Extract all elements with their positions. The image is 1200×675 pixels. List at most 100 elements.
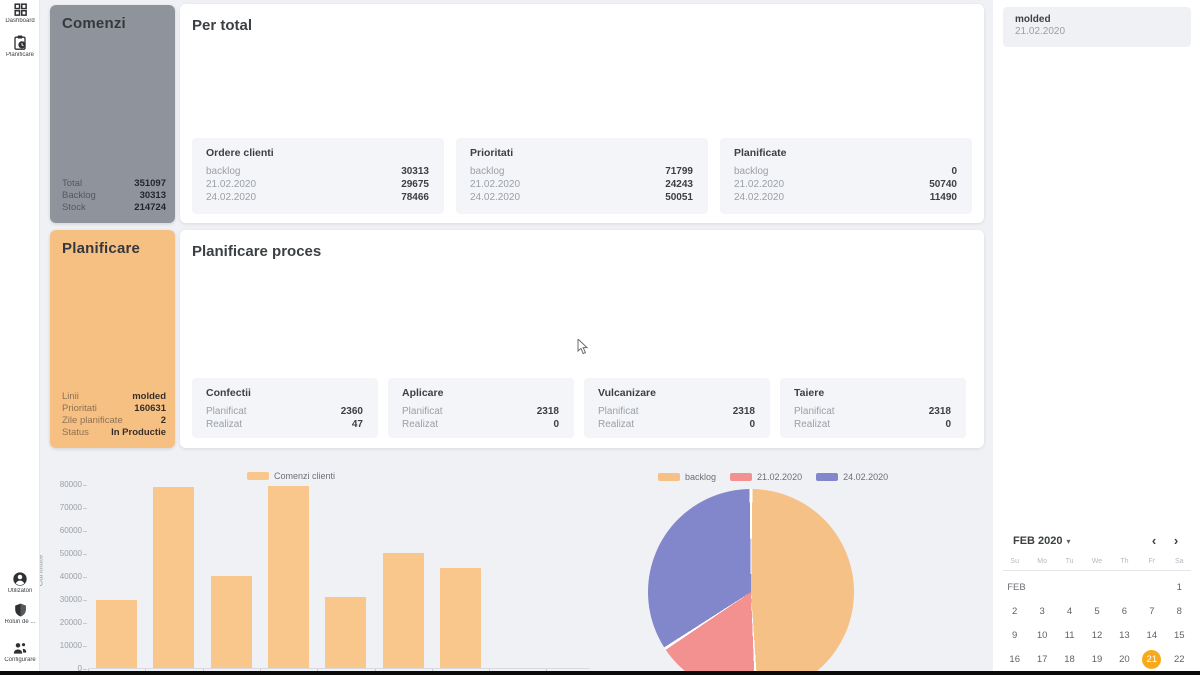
calendar-month-select[interactable]: FEB 2020: [1013, 535, 1063, 547]
legend-label: Comenzi clienti: [274, 471, 335, 481]
bar: [383, 553, 424, 668]
planificare-card-title: Planificare: [62, 240, 165, 257]
event-title: molded: [1015, 14, 1179, 26]
legend-item-backlog[interactable]: backlog: [658, 472, 716, 482]
stat-row: Realizat0: [598, 418, 755, 431]
legend-item-24-02-2020[interactable]: 24.02.2020: [816, 472, 888, 482]
calendar-next-button[interactable]: ›: [1165, 532, 1187, 550]
stat-label: backlog: [470, 165, 504, 178]
calendar-day[interactable]: 15: [1166, 623, 1193, 647]
shield-icon: [0, 602, 40, 618]
calendar-day[interactable]: 13: [1111, 623, 1138, 647]
calendar-prev-button[interactable]: ‹: [1143, 532, 1165, 550]
pie-chart: [648, 489, 854, 675]
calendar-day[interactable]: 12: [1083, 623, 1110, 647]
calendar-day[interactable]: 1: [1166, 575, 1193, 599]
stat-label: Planificat: [206, 405, 247, 418]
calendar-day[interactable]: 14: [1138, 623, 1165, 647]
y-axis-tick: [83, 508, 87, 509]
calendar-empty-cell: [1056, 575, 1083, 599]
calendar-day[interactable]: 8: [1166, 599, 1193, 623]
per-total-panel: Per total Ordere clienti backlog30313 21…: [180, 4, 984, 223]
y-axis-tick-label: 70000: [42, 503, 82, 513]
calendar-day[interactable]: 16: [1001, 647, 1028, 671]
stat-value: 47: [352, 418, 363, 431]
ordere-clienti-card: Ordere clienti backlog30313 21.02.202029…: [192, 138, 444, 214]
calendar-day[interactable]: 11: [1056, 623, 1083, 647]
stat-label: 21.02.2020: [206, 178, 256, 191]
stat-value: molded: [132, 391, 166, 403]
mouse-cursor: [577, 339, 589, 355]
calendar-day-number: 15: [1170, 626, 1189, 645]
stat-row: Planificat2360: [206, 405, 363, 418]
calendar-day[interactable]: 10: [1028, 623, 1055, 647]
stat-value: 50740: [929, 178, 957, 191]
stat-row: Prioritati160631: [62, 403, 166, 415]
y-axis-tick-label: 80000: [42, 480, 82, 490]
vulcanizare-card: Vulcanizare Planificat2318 Realizat0: [584, 378, 770, 438]
sidebar-item-utilizatori[interactable]: Utilizatori: [0, 571, 40, 595]
bar: [440, 568, 481, 668]
stat-label: 21.02.2020: [470, 178, 520, 191]
stat-value: 214724: [134, 202, 166, 214]
bar: [96, 600, 137, 668]
calendar-day-number: 10: [1033, 626, 1052, 645]
calendar-day[interactable]: 4: [1056, 599, 1083, 623]
stat-label: backlog: [206, 165, 240, 178]
stat-label: 24.02.2020: [206, 191, 256, 204]
calendar-day[interactable]: 2: [1001, 599, 1028, 623]
stat-label: Linii: [62, 391, 79, 403]
stat-label: backlog: [734, 165, 768, 178]
calendar-day[interactable]: 3: [1028, 599, 1055, 623]
sidebar-item-dashboard[interactable]: Dashboard: [0, 2, 40, 25]
stat-value: 0: [945, 418, 951, 431]
calendar-day[interactable]: 7: [1138, 599, 1165, 623]
calendar-day-number: [1142, 578, 1161, 597]
calendar-day-number: 8: [1170, 602, 1189, 621]
calendar-day[interactable]: 18: [1056, 647, 1083, 671]
comenzi-card[interactable]: Comenzi Total351097 Backlog30313 Stock21…: [50, 5, 175, 223]
legend-swatch: [730, 473, 752, 481]
calendar-day[interactable]: 22: [1166, 647, 1193, 671]
comenzi-card-title: Comenzi: [62, 15, 165, 32]
legend-item-comenzi-clienti[interactable]: Comenzi clienti: [247, 471, 335, 481]
legend-label: backlog: [685, 472, 716, 482]
calendar-day-header: Th: [1111, 556, 1138, 570]
calendar-day[interactable]: 20: [1111, 647, 1138, 671]
calendar-day[interactable]: 17: [1028, 647, 1055, 671]
calendar-day[interactable]: 9: [1001, 623, 1028, 647]
stat-label: 24.02.2020: [470, 191, 520, 204]
calendar-day[interactable]: 6: [1111, 599, 1138, 623]
stat-label: Status: [62, 427, 89, 439]
stat-row: Planificat2318: [794, 405, 951, 418]
legend-item-21-02-2020[interactable]: 21.02.2020: [730, 472, 802, 482]
sidebar-item-configurare[interactable]: Configurare: [0, 640, 40, 664]
calendar-grid: FEB12345678910111213141516171819202122: [1001, 575, 1193, 671]
chevron-down-icon[interactable]: ▾: [1067, 537, 1071, 546]
event-card[interactable]: molded 21.02.2020: [1003, 7, 1191, 47]
stat-row: 21.02.202024243: [470, 178, 693, 191]
stat-row: StatusIn Productie: [62, 427, 166, 439]
calendar-day[interactable]: 5: [1083, 599, 1110, 623]
calendar-day-header: Sa: [1166, 556, 1193, 570]
sidebar-item-roluri[interactable]: Roluri de ...: [0, 602, 40, 626]
calendar-day-header: Tu: [1056, 556, 1083, 570]
y-axis-tick-label: 50000: [42, 549, 82, 559]
calendar: FEB 2020 ▾ ‹ › SuMoTuWeThFrSa FEB1234567…: [1001, 530, 1193, 671]
calendar-day-header: Fr: [1138, 556, 1165, 570]
calendar-day[interactable]: 19: [1083, 647, 1110, 671]
calendar-day-header: Su: [1001, 556, 1028, 570]
calendar-day-number: 20: [1115, 650, 1134, 669]
y-axis-tick: [83, 485, 87, 486]
calendar-day-number: 22: [1170, 650, 1189, 669]
planificare-card[interactable]: Planificare Linii molded Prioritati160631…: [50, 230, 175, 448]
calendar-day[interactable]: 21: [1138, 647, 1165, 671]
stat-label: 21.02.2020: [734, 178, 784, 191]
calendar-empty-cell: [1138, 575, 1165, 599]
stat-value: 78466: [401, 191, 429, 204]
stat-row: Linii molded: [62, 391, 166, 403]
calendar-day-number: 11: [1060, 626, 1079, 645]
legend-swatch: [658, 473, 680, 481]
sidebar-item-planificare[interactable]: Planificare: [0, 34, 40, 59]
stat-row: Total351097: [62, 178, 166, 190]
